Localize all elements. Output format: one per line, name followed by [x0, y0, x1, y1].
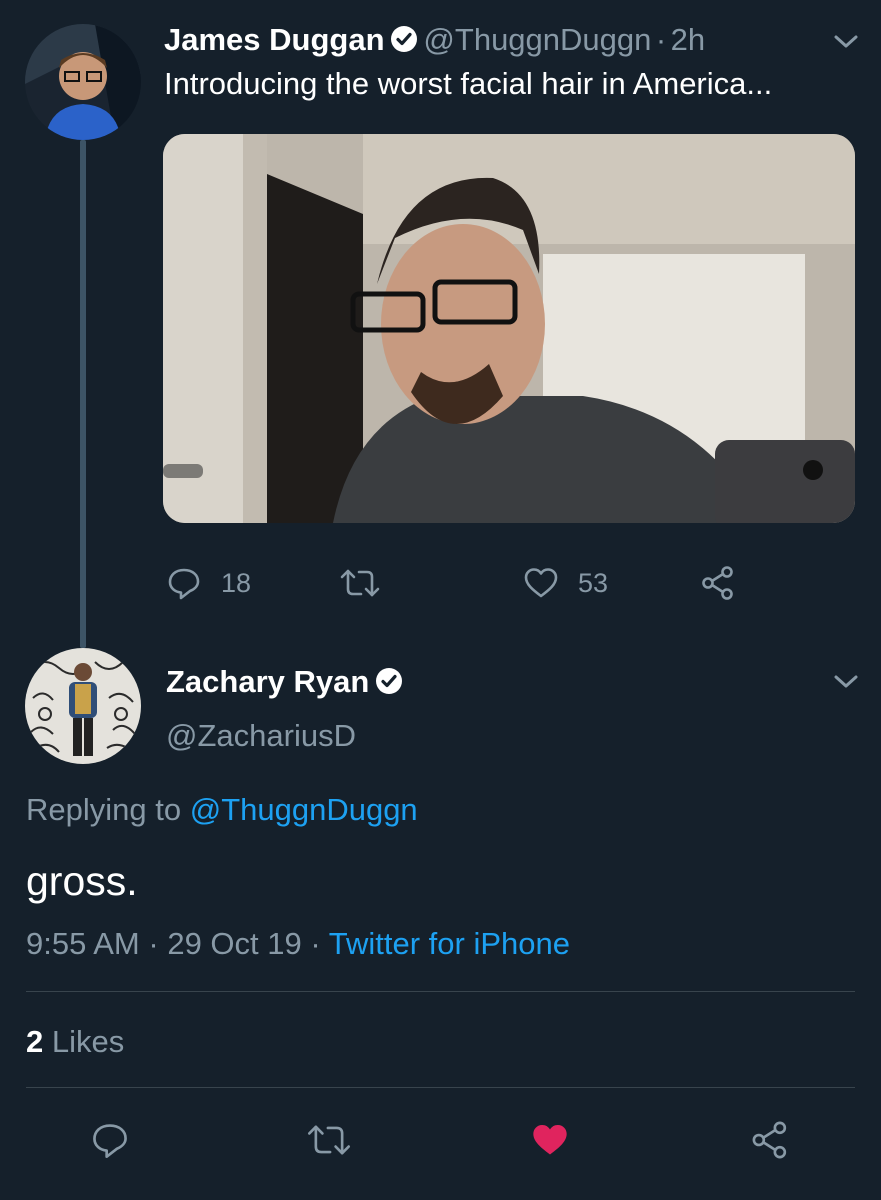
likes-summary[interactable]: 2 Likes: [26, 1022, 124, 1062]
replying-to: Replying to @ThuggnDuggn: [26, 790, 418, 830]
verified-badge-icon: [374, 666, 404, 696]
divider: [26, 991, 855, 992]
reply-button[interactable]: [166, 565, 202, 601]
likes-count: 2: [26, 1024, 44, 1059]
like-button[interactable]: [523, 565, 559, 601]
replying-to-label: Replying to: [26, 792, 182, 827]
author-name[interactable]: James Duggan: [164, 22, 385, 57]
reply-text: gross.: [26, 858, 138, 904]
share-button[interactable]: [700, 565, 738, 601]
tweet-media-image[interactable]: [163, 134, 855, 523]
likes-label: Likes: [51, 1024, 125, 1059]
thread-connector-line: [80, 140, 86, 648]
share-button[interactable]: [750, 1120, 792, 1160]
reply-time: 9:55 AM: [26, 926, 140, 961]
reply-source-link[interactable]: Twitter for iPhone: [329, 926, 570, 961]
dot-separator: ·: [310, 926, 321, 961]
reply-author-name[interactable]: Zachary Ryan: [166, 664, 369, 699]
reply-button[interactable]: [90, 1120, 130, 1160]
tweet-text: Introducing the worst facial hair in Ame…: [164, 66, 773, 101]
reply-author-handle[interactable]: @ZachariusD: [166, 716, 356, 756]
verified-badge-icon: [389, 24, 419, 54]
dot-separator: ·: [655, 22, 667, 57]
reply-count: 18: [221, 568, 252, 598]
retweet-button[interactable]: [306, 1120, 352, 1160]
reply-header: Zachary Ryan: [166, 662, 404, 702]
replying-to-handle-link[interactable]: @ThuggnDuggn: [190, 792, 418, 827]
divider: [26, 1087, 855, 1088]
dot-separator: ·: [148, 926, 159, 961]
reply-date: 29 Oct 19: [167, 926, 302, 961]
tweet-header: James Duggan @ThuggnDuggn · 2h: [164, 20, 705, 60]
author-handle[interactable]: @ThuggnDuggn: [423, 22, 651, 57]
chevron-down-icon[interactable]: [833, 674, 859, 690]
liked-heart-icon[interactable]: [530, 1120, 570, 1160]
like-count: 53: [578, 568, 609, 598]
avatar-james-duggan[interactable]: [25, 24, 141, 140]
retweet-button[interactable]: [339, 565, 381, 601]
avatar-zachary-ryan[interactable]: [25, 648, 141, 764]
tweet-time[interactable]: 2h: [671, 22, 705, 57]
chevron-down-icon[interactable]: [833, 34, 859, 50]
reply-metadata: 9:55 AM · 29 Oct 19 · Twitter for iPhone: [26, 924, 570, 964]
